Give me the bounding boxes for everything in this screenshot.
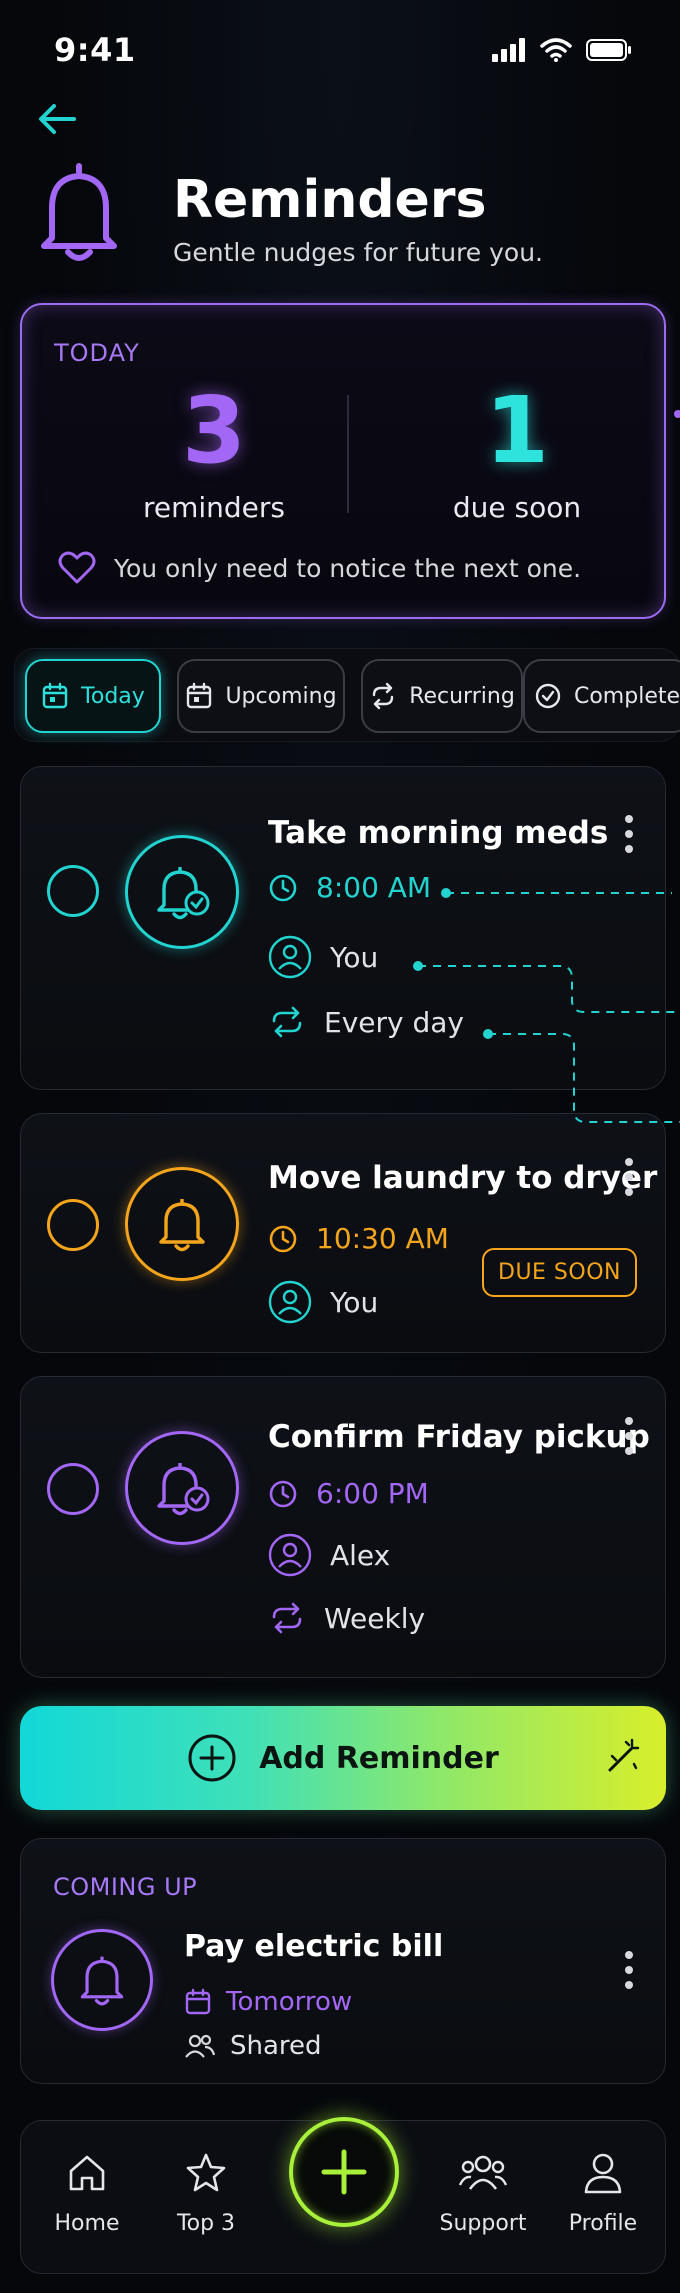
connector-lines [413,410,680,1123]
coming-up-bell [51,1929,153,2031]
coming-up-shared-text: Shared [230,2031,322,2061]
nav-support[interactable]: Support [423,2145,543,2236]
reminder-repeat: Weekly [268,1601,425,1635]
bell-icon [159,1199,205,1252]
bell-icon [80,1956,124,2006]
plus-icon [321,2149,367,2195]
nav-home-label: Home [54,2211,120,2236]
coming-up-when: Tomorrow [184,1987,352,2017]
nav-home[interactable]: Home [27,2145,147,2236]
reminder-assignee-text: Alex [330,1538,391,1572]
user-icon [268,1280,312,1324]
coming-up-when-text: Tomorrow [226,1987,353,2017]
reminder-time: 6:00 PM [268,1477,429,1510]
reminder-time: 10:30 AM [268,1222,449,1255]
reminder-assignee: You [268,1280,378,1324]
sparkle-icon [608,1738,640,1772]
complete-checkbox[interactable] [47,1463,99,1515]
profile-icon [584,2153,622,2194]
clock-icon [269,1225,297,1252]
more-options-icon[interactable] [625,1951,635,1996]
bell-check-icon [157,1463,210,1516]
due-soon-badge: DUE SOON [482,1248,637,1297]
user-icon [268,1533,312,1577]
group-icon [458,2155,508,2190]
reminder-repeat-text: Weekly [324,1601,426,1635]
add-reminder-button[interactable]: Add Reminder [20,1706,666,1810]
repeat-icon [272,1602,302,1634]
nav-profile-label: Profile [568,2211,638,2236]
coming-up-label: COMING UP [53,1873,198,1901]
reminder-assignee: Alex [268,1533,390,1577]
coming-up-card[interactable]: COMING UP Pay electric bill Tomorrow Sha… [20,1838,666,2084]
coming-up-title: Pay electric bill [184,1929,444,1964]
reminders-screen: 9:41 Reminders Gentle nudges for future … [0,0,680,2293]
home-icon [69,2155,105,2191]
reminder-title: Confirm Friday pickup [268,1419,650,1455]
calendar-icon [185,1988,211,2015]
users-icon [185,2034,216,2058]
coming-up-shared: Shared [184,2031,322,2061]
add-reminder-label: Add Reminder [259,1740,499,1776]
nav-top3-label: Top 3 [176,2211,236,2236]
more-options-icon[interactable] [625,1417,635,1462]
reminder-time-text: 10:30 AM [316,1222,449,1255]
nav-profile[interactable]: Profile [543,2145,663,2236]
nav-top3[interactable]: Top 3 [146,2145,266,2236]
reminder-card[interactable]: Confirm Friday pickup 6:00 PM Alex Weekl… [20,1376,666,1678]
reminder-assignee-text: You [330,1285,379,1319]
plus-circle-icon [188,1734,236,1782]
star-icon [186,2153,226,2192]
complete-checkbox[interactable] [47,1199,99,1251]
reminder-time-text: 6:00 PM [316,1477,429,1510]
add-fab-button[interactable] [289,2117,399,2227]
bottom-nav: Home Top 3 Support Profile [20,2117,666,2274]
nav-support-label: Support [439,2211,527,2236]
reminder-bell [125,1431,239,1545]
clock-icon [269,1480,297,1507]
